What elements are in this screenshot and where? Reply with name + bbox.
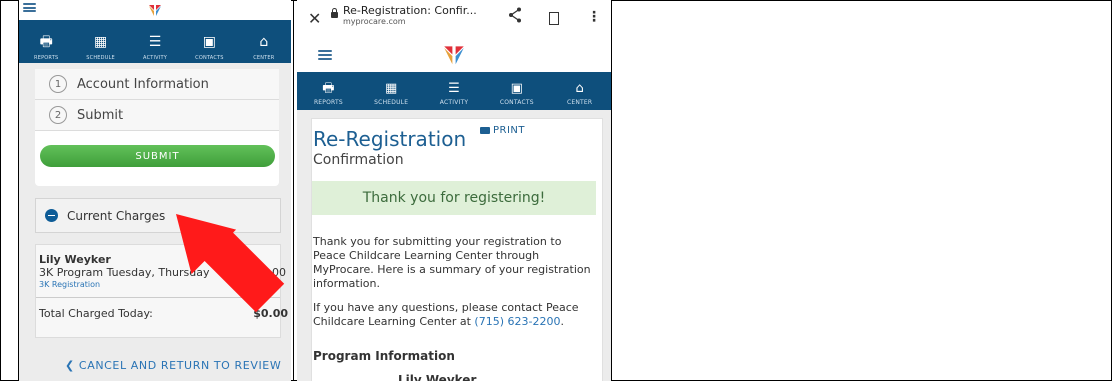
red-arrow-annotation <box>176 214 285 313</box>
arrow-shape <box>176 214 285 313</box>
